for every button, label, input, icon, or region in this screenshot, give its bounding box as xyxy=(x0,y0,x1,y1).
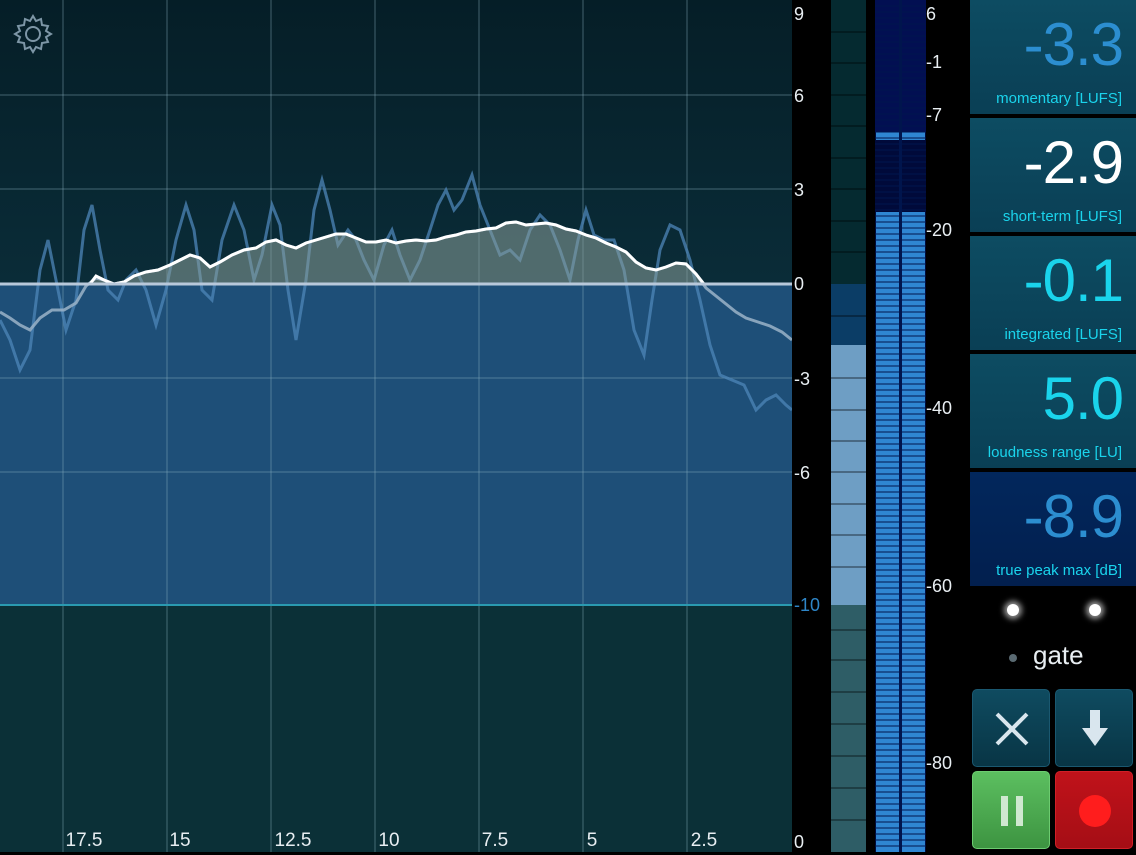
momentary-value: -3.3 xyxy=(1023,11,1124,78)
record-icon xyxy=(1079,795,1111,827)
momentary-readout: -3.3 momentary [LUFS] xyxy=(970,0,1136,114)
x-tick-label: 5 xyxy=(586,830,598,851)
short-term-readout: -2.9 short-term [LUFS] xyxy=(970,118,1136,232)
loudness-bar-meter xyxy=(831,0,866,852)
true-peak-label: true peak max [dB] xyxy=(996,562,1122,579)
integrated-readout: -0.1 integrated [LUFS] xyxy=(970,236,1136,350)
x-tick-label: 12.5 xyxy=(274,830,312,851)
y-tick-label: 3 xyxy=(794,180,805,200)
loudness-history-graph xyxy=(0,0,792,852)
x-tick-label: 17.5 xyxy=(65,830,103,851)
y-tick-label: 0 xyxy=(794,274,805,294)
left-channel-indicator xyxy=(1007,604,1019,616)
momentary-label: momentary [LUFS] xyxy=(996,90,1122,107)
graph-background-bottom xyxy=(0,605,792,852)
x-tick-label: 10 xyxy=(378,830,400,851)
export-button[interactable] xyxy=(1055,689,1133,767)
integrated-label: integrated [LUFS] xyxy=(1004,326,1122,343)
y-tick-label: 6 xyxy=(794,86,805,106)
peak-level-meter xyxy=(875,0,926,852)
meter-tick-label: -60 xyxy=(926,576,953,596)
x-tick-label: 7.5 xyxy=(481,830,509,851)
gate-label: gate xyxy=(1033,640,1084,670)
pause-button[interactable] xyxy=(972,771,1050,849)
loudness-meter-screen: 9 6 3 0 -3 -6 -10 0 17.5 15 12.5 10 7.5 … xyxy=(0,0,1136,852)
gear-icon[interactable] xyxy=(13,14,53,54)
loudness-range-label: loudness range [LU] xyxy=(987,444,1122,461)
loudness-range-value: 5.0 xyxy=(1042,365,1124,432)
y-tick-label: -3 xyxy=(794,369,811,389)
x-tick-label: 2.5 xyxy=(690,830,718,851)
meter-tick-label: -40 xyxy=(926,398,953,418)
y-tick-label: -6 xyxy=(794,463,811,483)
reset-button[interactable] xyxy=(972,689,1050,767)
pause-icon xyxy=(1001,796,1023,826)
short-term-label: short-term [LUFS] xyxy=(1002,208,1122,225)
meter-tick-label: -80 xyxy=(926,753,953,773)
meter-tick-label: -20 xyxy=(926,220,953,240)
close-icon xyxy=(995,712,1029,746)
arrow-down-icon xyxy=(1082,710,1108,746)
x-tick-label: 15 xyxy=(169,830,191,851)
true-peak-value: -8.9 xyxy=(1023,483,1124,550)
true-peak-readout: -8.9 true peak max [dB] xyxy=(970,472,1136,586)
meter-tick-label: -1 xyxy=(926,52,943,72)
y-tick-label: 9 xyxy=(794,4,805,24)
meter-tick-label: 6 xyxy=(926,4,937,24)
right-channel-indicator xyxy=(1089,604,1101,616)
gate-indicator xyxy=(1009,654,1017,662)
meter-tick-label: -7 xyxy=(926,105,943,125)
y-tick-label: 0 xyxy=(794,832,805,852)
loudness-range-readout: 5.0 loudness range [LU] xyxy=(970,354,1136,468)
target-range-band xyxy=(0,284,792,605)
short-term-value: -2.9 xyxy=(1023,129,1124,196)
record-button[interactable] xyxy=(1055,771,1133,849)
y-tick-label: -10 xyxy=(794,595,821,615)
integrated-value: -0.1 xyxy=(1023,247,1124,314)
